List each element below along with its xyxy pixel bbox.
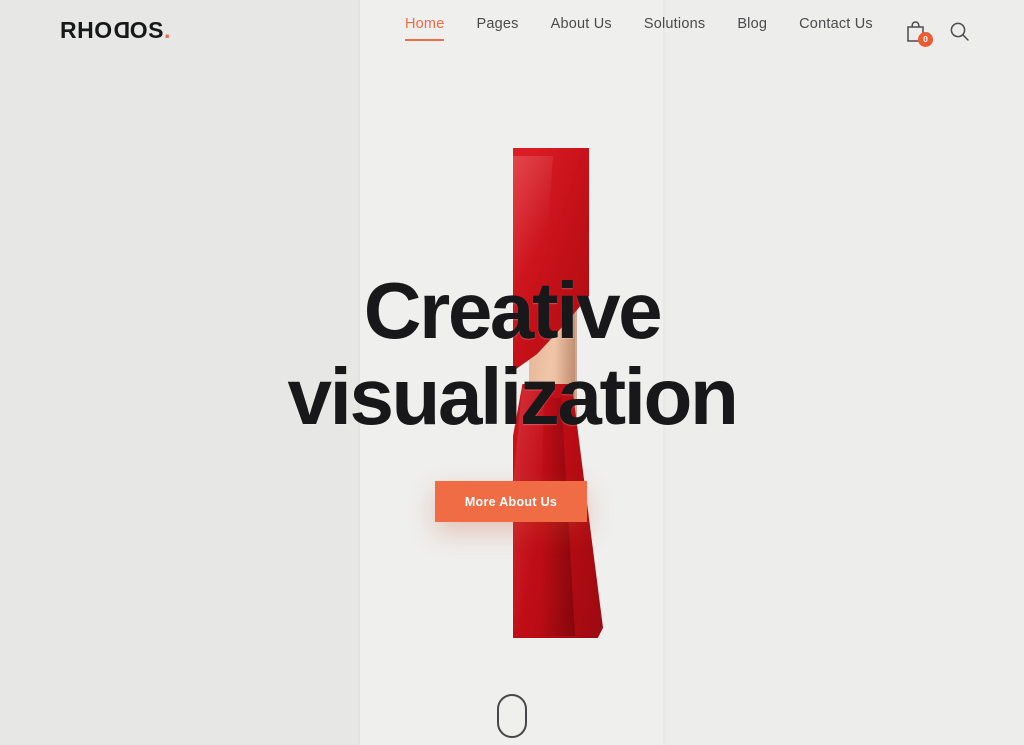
nav-item-pages[interactable]: Pages [476, 16, 518, 43]
nav-label: Solutions [643, 16, 706, 32]
nav-item-home[interactable]: Home [405, 16, 445, 43]
nav-item-about-us[interactable]: About Us [551, 16, 612, 43]
logo-text-start: RHO [60, 17, 113, 43]
logo-mirrored-d: D [112, 17, 130, 43]
site-logo[interactable]: RHODOS. [60, 17, 171, 43]
hero-photo [513, 148, 603, 638]
nav-label: About Us [550, 16, 612, 32]
nav-item-contact-us[interactable]: Contact Us [799, 16, 873, 43]
site-header: RHODOS. Home Pages About Us Solutions Bl… [0, 0, 1024, 62]
panel-seam-right [663, 0, 666, 745]
main-navigation: Home Pages About Us Solutions Blog Conta… [405, 16, 873, 43]
nav-item-solutions[interactable]: Solutions [644, 16, 705, 43]
cart-button[interactable]: 0 [902, 18, 933, 47]
header-actions: 0 [902, 18, 972, 47]
nav-item-blog[interactable]: Blog [737, 16, 767, 43]
panel-seam-left [358, 0, 361, 745]
cart-count-badge: 0 [918, 32, 933, 47]
nav-label: Home [405, 16, 445, 32]
search-button[interactable] [946, 18, 972, 44]
background-panel-center [360, 0, 664, 745]
nav-label: Pages [476, 16, 519, 32]
nav-label: Contact Us [799, 16, 873, 32]
hero-photo-figure [513, 148, 603, 638]
background-panel-right [664, 0, 1024, 745]
nav-label: Blog [737, 16, 768, 32]
page-root: RHODOS. Home Pages About Us Solutions Bl… [0, 0, 1024, 745]
background-panel-left [0, 0, 360, 745]
more-about-us-button[interactable]: More About Us [435, 481, 587, 522]
scroll-down-indicator[interactable] [497, 694, 527, 738]
search-icon [950, 22, 969, 41]
logo-text-end: OS [129, 17, 164, 43]
logo-accent-dot: . [163, 17, 171, 43]
